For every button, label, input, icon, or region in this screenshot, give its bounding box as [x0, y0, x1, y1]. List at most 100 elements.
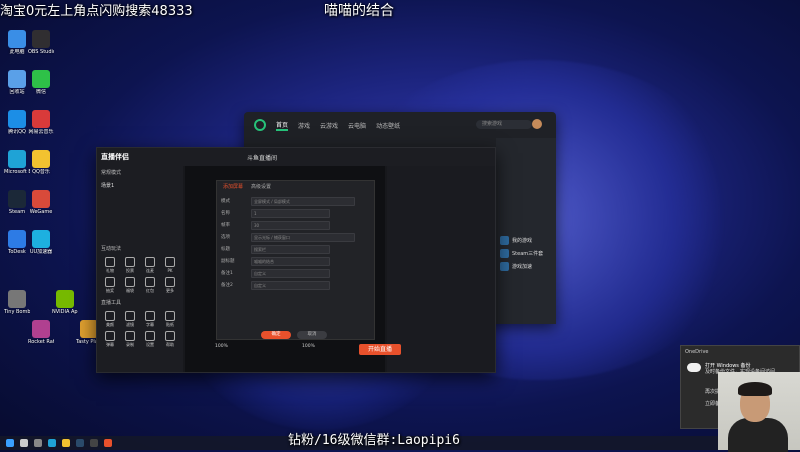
tool-grid-item[interactable]: 抽奖 — [101, 277, 119, 294]
dialog-row-field[interactable]: 喵喵的结合 — [251, 256, 330, 266]
edge-icon[interactable] — [48, 439, 56, 447]
steam-icon — [500, 249, 509, 258]
start-icon[interactable] — [6, 439, 14, 447]
start-live-button[interactable]: 开始直播 — [359, 344, 401, 355]
tool-grid-label: 滤镜 — [126, 322, 134, 327]
tool-grid-label: 美颜 — [106, 322, 114, 327]
desktop-icon[interactable]: QQ音乐 — [28, 150, 54, 175]
tab-games[interactable]: 游戏 — [298, 121, 310, 130]
desktop-icon[interactable]: ToDesk — [4, 230, 30, 255]
tool-grid-label: PK — [167, 268, 173, 273]
toast-app-name: OneDrive — [685, 349, 709, 355]
tool-grid-item[interactable]: 贴纸 — [161, 311, 179, 328]
dialog-row: 备注2 自定义 — [217, 279, 374, 291]
desktop-icon[interactable]: 网易云音乐 — [28, 110, 54, 135]
desktop-icon[interactable]: Microsoft Edge — [4, 150, 30, 175]
tool-grid-item[interactable]: 连麦 — [141, 257, 159, 274]
tab-advanced[interactable]: 高级设置 — [251, 183, 271, 193]
tool-grid-item[interactable]: 设置 — [141, 331, 159, 348]
webcam-feed — [718, 372, 800, 452]
dialog-row-field[interactable]: 30 — [251, 220, 330, 230]
tools-grid: 美颜 滤镜 字幕 贴纸弹幕 录制 设置 帮助 — [97, 309, 183, 350]
app-icon — [8, 290, 26, 308]
dialog-row-field[interactable]: 搜索栏 — [251, 244, 330, 254]
tool-grid-item[interactable]: 帮助 — [161, 331, 179, 348]
steam-icon[interactable] — [76, 439, 84, 447]
desktop-icon-label: NVIDIA App — [52, 309, 78, 315]
desktop-icon-label: WeGame — [29, 209, 53, 215]
tool-right-panel — [387, 166, 495, 372]
section-interactive: 互动玩法 — [101, 246, 122, 252]
tool-grid-label: 红包 — [146, 288, 154, 293]
tab-cloud-games[interactable]: 云游戏 — [320, 121, 338, 130]
tool-icon — [145, 331, 155, 341]
desktop-icon-label: 网易云音乐 — [28, 129, 54, 135]
tool-titlebar: 直播伴侣 斗鱼直播间 — [97, 148, 495, 166]
taskview-icon[interactable] — [34, 439, 42, 447]
search-icon[interactable] — [20, 439, 28, 447]
desktop-icon-label: ToDesk — [8, 249, 26, 255]
app-icon — [8, 190, 26, 208]
desktop-icon[interactable]: 腾讯QQ — [4, 110, 30, 135]
tool-grid-item[interactable]: 弹幕 — [101, 331, 119, 348]
tab-add-screen[interactable]: 添加屏幕 — [223, 183, 243, 193]
tool-icon — [145, 277, 155, 287]
desktop-icon[interactable]: UU加速器 — [28, 230, 54, 255]
tool-icon — [125, 331, 135, 341]
add-source-dialog[interactable]: 添加屏幕 高级设置 模式 全屏模式 / 局部模式 名称 1 帧率 30 选项 显示光标 / 捕… — [216, 180, 375, 340]
desktop-icon[interactable]: Steam — [4, 190, 30, 215]
tool-grid-item[interactable]: 投票 — [121, 257, 139, 274]
tool-grid-item[interactable]: PK — [161, 257, 179, 274]
tool-icon — [165, 257, 175, 267]
desktop-icon[interactable]: Rocket Rats — [28, 320, 54, 345]
dialog-row-field[interactable]: 自定义 — [251, 268, 330, 278]
tool-grid-label: 福袋 — [126, 288, 134, 293]
app-icon — [32, 190, 50, 208]
desktop-icon-label: 腾讯QQ — [8, 129, 26, 135]
launcher-sidebar: 我的游戏 Steam三件套 游戏加速 — [496, 138, 556, 324]
desktop-icon[interactable]: NVIDIA App — [52, 290, 78, 315]
stream-overlay-fan-group: 钻粉/16级微信群:Laopipi6 — [288, 433, 460, 448]
avatar[interactable] — [532, 119, 542, 129]
desktop-icon[interactable]: Tiny Bomb — [4, 290, 30, 315]
dialog-row-label: 标题 — [221, 247, 230, 252]
tab-cloud-pc[interactable]: 云电脑 — [348, 121, 366, 130]
tab-home[interactable]: 首页 — [276, 120, 289, 131]
explorer-icon[interactable] — [62, 439, 70, 447]
desktop-icon[interactable]: 微信 — [28, 70, 54, 95]
desktop-icon[interactable]: 此电脑 — [4, 30, 30, 55]
live-tool-icon[interactable] — [104, 439, 112, 447]
ok-button[interactable]: 确定 — [261, 331, 291, 339]
tool-grid-item[interactable]: 滤镜 — [121, 311, 139, 328]
dialog-row-field[interactable]: 自定义 — [251, 280, 330, 290]
tool-grid-item[interactable]: 礼物 — [101, 257, 119, 274]
cloud-icon — [687, 363, 701, 372]
tool-grid-label: 投票 — [126, 268, 134, 273]
tool-icon — [145, 311, 155, 321]
sidebar-item-boost[interactable]: 游戏加速 — [496, 260, 556, 273]
desktop-icon[interactable]: 回收站 — [4, 70, 30, 95]
scene-item[interactable]: 场景1 — [97, 179, 183, 192]
obs-icon[interactable] — [90, 439, 98, 447]
dialog-row-field[interactable]: 显示光标 / 捕获窗口 — [251, 232, 355, 242]
tool-grid-item[interactable]: 更多 — [161, 277, 179, 294]
volume-b[interactable]: 100% — [302, 344, 315, 349]
desktop-icon-label: Microsoft Edge — [4, 169, 30, 175]
tool-grid-item[interactable]: 字幕 — [141, 311, 159, 328]
tool-grid-item[interactable]: 红包 — [141, 277, 159, 294]
tab-wallpaper[interactable]: 动态壁纸 — [376, 121, 400, 130]
tool-grid-item[interactable]: 美颜 — [101, 311, 119, 328]
tool-grid-item[interactable]: 福袋 — [121, 277, 139, 294]
launcher-search-input[interactable]: 搜索游戏 — [476, 120, 532, 129]
cancel-button[interactable]: 取消 — [297, 331, 327, 339]
volume-a[interactable]: 100% — [215, 344, 228, 349]
sidebar-item-my-games[interactable]: 我的游戏 — [496, 234, 556, 247]
desktop-icon[interactable]: OBS Studio — [28, 30, 54, 55]
tool-grid-item[interactable]: 录制 — [121, 331, 139, 348]
app-icon — [8, 30, 26, 48]
app-icon — [32, 30, 50, 48]
desktop-icon[interactable]: WeGame — [28, 190, 54, 215]
sidebar-item-steam[interactable]: Steam三件套 — [496, 247, 556, 260]
dialog-row-field[interactable]: 1 — [251, 208, 330, 218]
dialog-row-field[interactable]: 全屏模式 / 局部模式 — [251, 196, 355, 206]
